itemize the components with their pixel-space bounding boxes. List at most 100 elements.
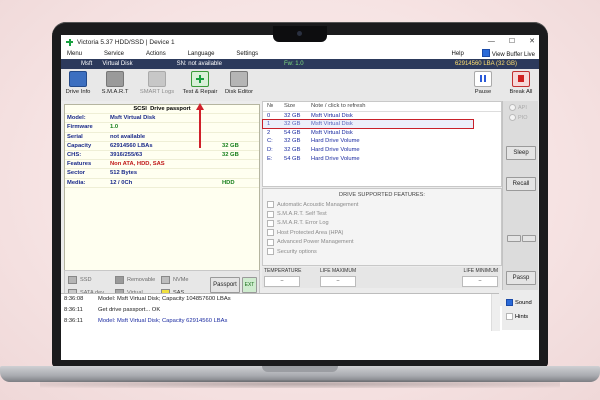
menu-item-menu[interactable]: Menu — [67, 51, 82, 57]
passport-key: Model: — [67, 115, 86, 122]
feature-label: Host Protected Area (HPA) — [277, 229, 344, 236]
feature-label: Advanced Power Management — [277, 239, 354, 246]
passport-value: 512 Bytes — [110, 170, 138, 177]
log-row: 8:36:11 Model: Msft Virtual Disk; Capacit… — [61, 316, 499, 327]
api-radio[interactable]: API — [509, 104, 538, 111]
feature-item: Security options — [263, 247, 501, 256]
disk-row[interactable]: E: 54 GB Hard Drive Volume — [263, 155, 501, 164]
checkbox-icon — [267, 201, 274, 209]
checkbox-icon — [506, 299, 513, 306]
pio-label: PIO — [518, 114, 528, 121]
disk-number: D: — [267, 146, 273, 153]
disk-row-selected[interactable]: 1 32 GB Msft Virtual Disk — [262, 119, 501, 129]
log-time: 8:36:11 — [64, 307, 83, 313]
hints-label: Hints — [515, 313, 529, 320]
disk-number: C: — [267, 138, 273, 145]
temperature-value: – — [264, 276, 300, 287]
life-minimum-value: – — [462, 276, 498, 287]
disk-row[interactable]: 2 54 GB Msft Virtual Disk — [263, 129, 501, 138]
disk-number: 2 — [267, 129, 271, 136]
radio-icon — [509, 104, 516, 111]
legend-label: SSD — [80, 277, 92, 283]
drive-info-label: Drive Info — [65, 89, 91, 95]
legend-removable: Removable — [115, 276, 155, 284]
passport-extra: 32 GB — [222, 151, 239, 158]
passport-value: Msft Virtual Disk — [110, 115, 156, 122]
disk-editor-button[interactable]: Disk Editor — [224, 71, 254, 100]
menu-item-actions[interactable]: Actions — [146, 51, 166, 57]
legend-nvme: NVMe — [161, 276, 189, 284]
window-title: Victoria 5.37 HDD/SSD | Device 1 — [77, 38, 175, 46]
legend-label: Removable — [127, 277, 156, 283]
column-header[interactable]: Note / click to refresh — [311, 102, 365, 111]
checkbox-icon — [481, 49, 490, 57]
log-message: Model: Msft Virtual Disk; Capacity 10485… — [98, 296, 231, 302]
pause-icon — [474, 71, 492, 87]
break-all-button[interactable]: Break All — [508, 71, 534, 100]
disk-note: Hard Drive Volume — [311, 155, 360, 162]
maximize-button[interactable]: ☐ — [509, 35, 515, 49]
features-title: DRIVE SUPPORTED FEATURES: — [339, 192, 425, 198]
smart-button[interactable]: S.M.A.R.T — [97, 71, 133, 100]
disk-size: 32 GB — [284, 138, 301, 145]
small-left-button[interactable] — [507, 235, 521, 242]
pause-label: Pause — [474, 89, 492, 95]
passport-extra: 32 GB — [222, 142, 239, 149]
disk-row[interactable]: C: 32 GB Hard Drive Volume — [263, 137, 501, 146]
passport-key: CHS: — [67, 151, 82, 158]
disk-size: 54 GB — [284, 155, 301, 162]
smart-logs-button[interactable]: SMART Logs — [139, 71, 175, 100]
view-buffer-label: View Buffer Live — [491, 52, 535, 58]
legend-swatch — [115, 276, 124, 284]
log-row: 8:36:08 Model: Msft Virtual Disk; Capacit… — [61, 294, 499, 305]
status-model-name: Virtual Disk — [102, 61, 133, 67]
test-repair-button[interactable]: Test & Repair — [180, 71, 220, 100]
smart-label: S.M.A.R.T — [101, 89, 129, 95]
sound-toggle[interactable]: Sound — [506, 299, 532, 306]
log-scrollbar[interactable] — [491, 294, 500, 331]
hints-toggle[interactable]: Hints — [506, 313, 528, 320]
recall-button[interactable]: Recall — [506, 177, 536, 191]
sleep-button[interactable]: Sleep — [506, 146, 536, 160]
radio-icon — [509, 114, 516, 121]
stop-icon — [512, 71, 530, 87]
passport-button[interactable]: Passport — [210, 277, 240, 293]
laptop-base-notch — [262, 366, 338, 372]
disk-note: Msft Virtual Disk — [311, 121, 353, 128]
sound-label: Sound — [515, 299, 532, 306]
passport-key: Capacity — [67, 142, 92, 149]
menu-item-language[interactable]: Language — [188, 51, 215, 57]
menu-bar: Menu Service Actions Language Settings H… — [61, 49, 539, 59]
feature-label: S.M.A.R.T. Self Test — [277, 211, 327, 218]
smart-logs-icon — [148, 71, 166, 87]
passport-row: Serial not available — [65, 133, 259, 142]
disk-row[interactable]: D: 32 GB Hard Drive Volume — [263, 146, 501, 155]
supported-features-panel: DRIVE SUPPORTED FEATURES: Automatic Acou… — [262, 188, 502, 266]
pause-button[interactable]: Pause — [471, 71, 495, 100]
column-header: № — [267, 103, 274, 109]
disk-editor-label: Disk Editor — [224, 89, 254, 95]
drive-info-button[interactable]: Drive Info — [64, 71, 92, 100]
passport-value: Non ATA, HDD, SAS — [110, 161, 165, 168]
menu-item-settings[interactable]: Settings — [236, 51, 258, 57]
disk-size: 32 GB — [284, 121, 301, 128]
legend-ssd: SSD — [68, 276, 92, 284]
life-minimum-label: LIFE MINIMUM — [463, 268, 498, 274]
disk-table-header: № Size Note / click to refresh — [263, 102, 501, 112]
disk-size: 32 GB — [284, 146, 301, 153]
menu-item-service[interactable]: Service — [104, 51, 124, 57]
ext-button[interactable]: EXT — [242, 277, 257, 293]
camera-icon — [297, 31, 302, 36]
passport-value: 3916/255/63 — [110, 151, 143, 158]
status-serial: SN: not available — [176, 61, 222, 67]
status-firmware: Fw: 1.0 — [283, 61, 304, 67]
checkbox-icon — [267, 219, 274, 227]
passport-title: Drive passport — [150, 106, 191, 112]
legend-swatch — [68, 276, 77, 284]
minimize-button[interactable]: — — [488, 35, 495, 49]
feature-label: Automatic Acoustic Management — [277, 201, 359, 208]
passp-button[interactable]: Passp — [506, 271, 536, 285]
close-button[interactable]: ✕ — [529, 35, 535, 49]
pio-radio[interactable]: PIO — [509, 114, 538, 121]
small-right-button[interactable] — [522, 235, 536, 242]
